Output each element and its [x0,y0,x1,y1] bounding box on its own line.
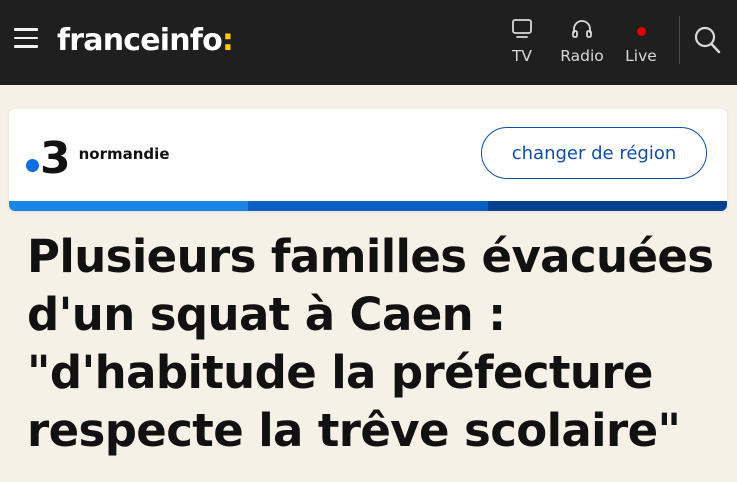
top-navigation-bar: franceinfo: TV Radio Live [0,0,737,85]
logo-colon: : [221,23,234,58]
nav-live-label: Live [625,47,657,65]
tv-icon [496,17,548,41]
stripe-mid-blue [248,201,488,211]
article-headline: Plusieurs familles évacuées d'un squat à… [27,228,727,460]
change-region-button[interactable]: changer de région [481,127,707,179]
hamburger-menu-icon[interactable] [14,28,38,50]
nav-radio-label: Radio [560,47,604,65]
headline-line: d'un squat à Caen : [27,288,506,341]
channel-number: 3 [40,133,71,184]
headline-line: Plusieurs familles évacuées [27,230,714,283]
nav-tv[interactable]: TV [496,17,548,69]
nav-divider [679,16,680,64]
nav-live[interactable]: Live [615,17,667,69]
franceinfo-logo[interactable]: franceinfo: [57,21,234,61]
search-icon[interactable] [693,24,723,56]
france3-dot-icon [26,158,39,172]
live-dot-icon [615,17,667,41]
nav-radio[interactable]: Radio [556,17,608,69]
logo-text: franceinfo [57,23,223,58]
region-banner: 3 normandie changer de région [9,109,727,211]
headphones-icon [556,17,608,41]
nav-tv-label: TV [511,47,533,65]
region-color-stripes [9,201,727,211]
stripe-light-blue [9,201,249,211]
stripe-dark-blue [487,201,727,211]
region-name: normandie [78,145,170,163]
france3-normandie-logo[interactable]: 3 normandie [26,133,170,184]
headline-line: "d'habitude la préfecture [27,346,653,399]
headline-line: respecte la trêve scolaire" [27,404,681,457]
